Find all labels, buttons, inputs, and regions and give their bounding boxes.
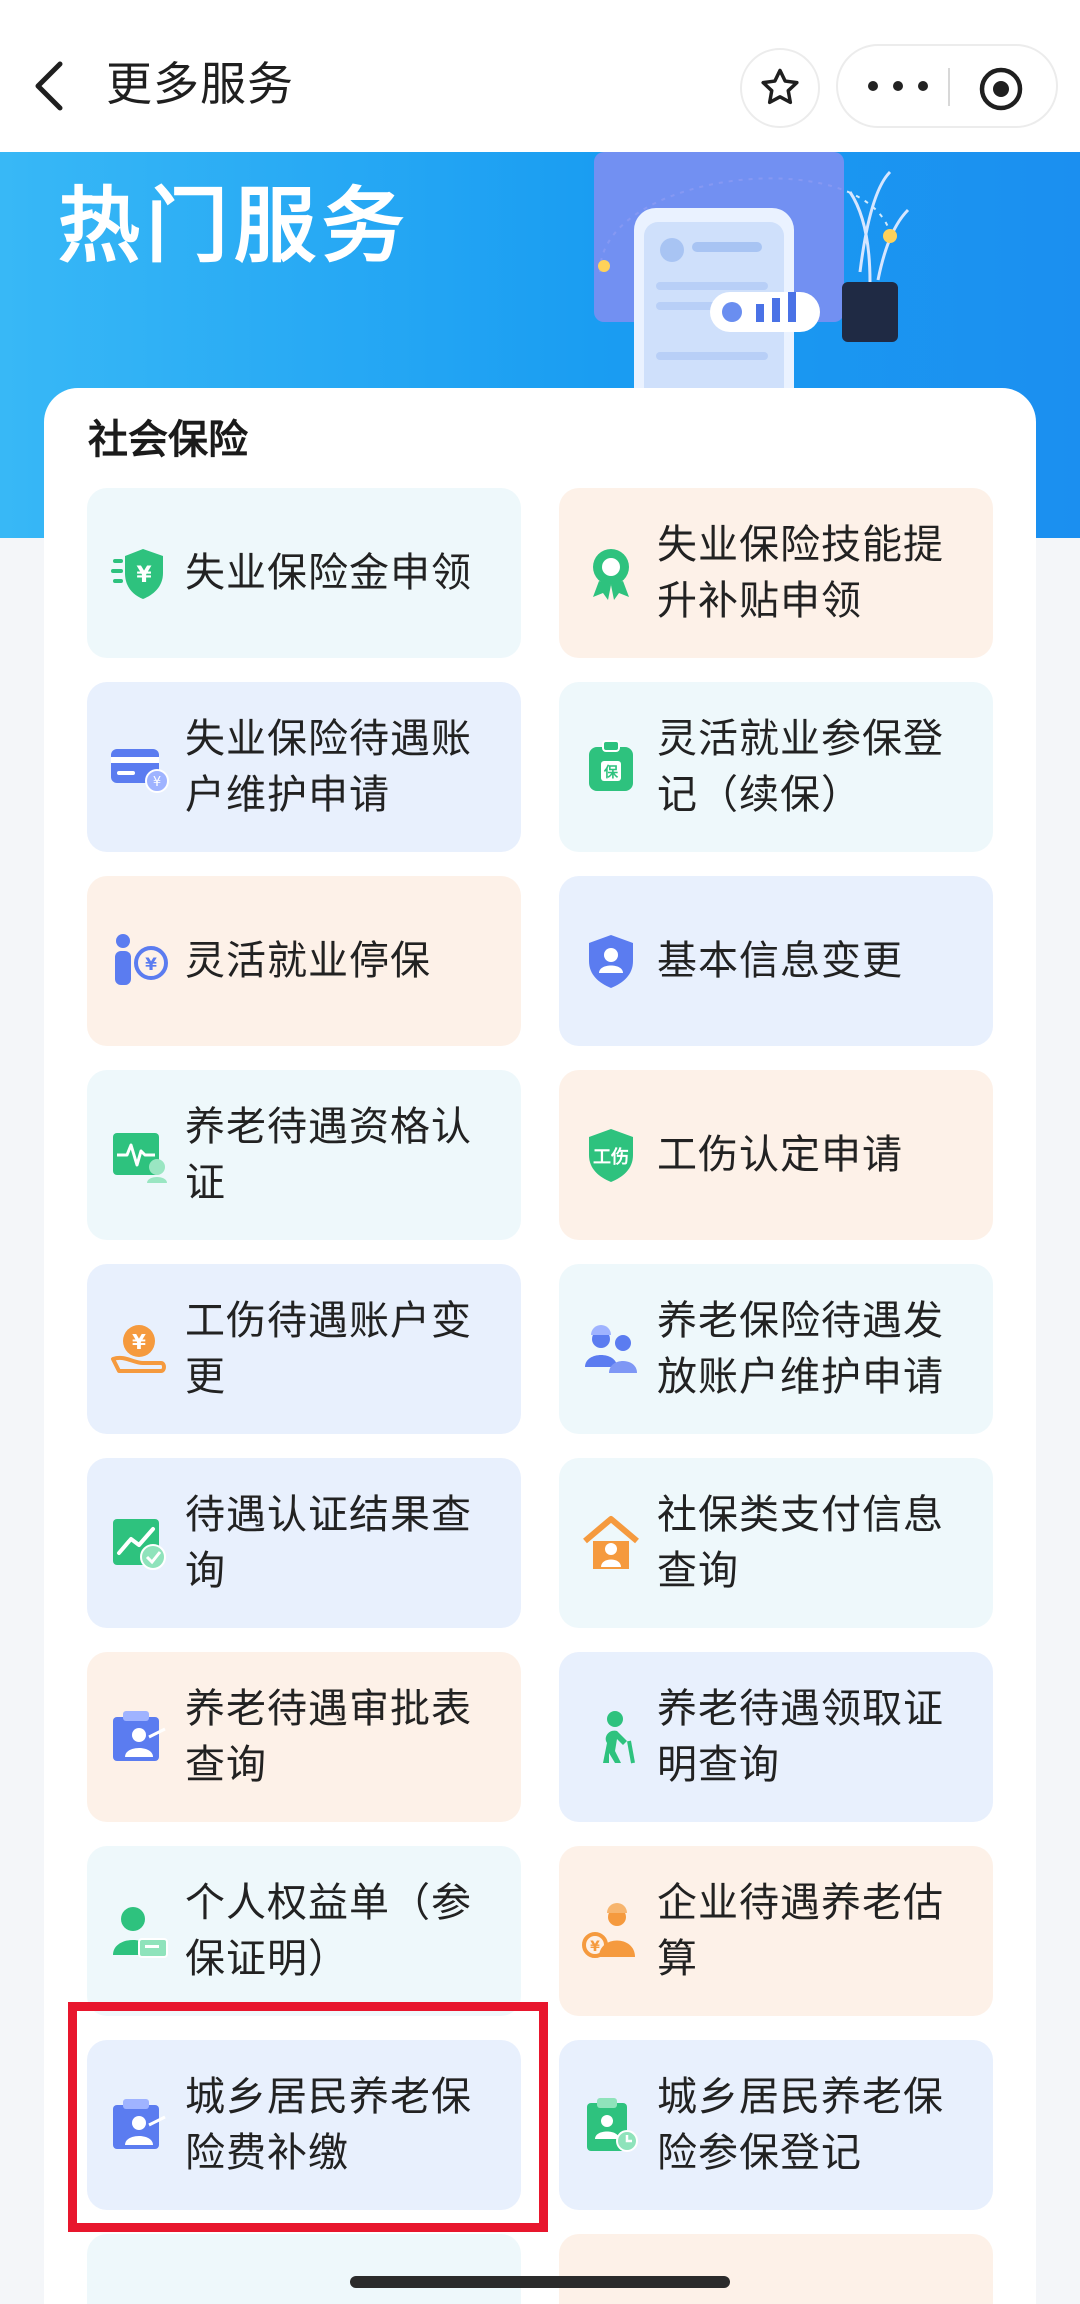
- worker-calc-icon: ¥: [582, 1903, 635, 1958]
- service-tile-pension-account-maintain[interactable]: 养老保险待遇发放账户维护申请: [559, 1264, 993, 1434]
- service-label: 基本信息变更: [657, 938, 903, 984]
- service-tile-skill-subsidy[interactable]: 失业保险技能提升补贴申领: [559, 488, 993, 658]
- service-label: 失业保险技能提升补贴申领: [657, 522, 944, 624]
- bag-document-icon: 保: [589, 740, 633, 791]
- elder-document-icon: [113, 1711, 166, 1761]
- svg-text:¥: ¥: [153, 775, 161, 790]
- highlight-box: [68, 2002, 548, 2232]
- phone-illustration-icon: [594, 152, 910, 412]
- svg-text:¥: ¥: [136, 563, 152, 588]
- miniprogram-capsule: [836, 44, 1058, 128]
- service-tile-pension-qualification[interactable]: 养老待遇资格认证: [87, 1070, 521, 1240]
- back-arrow-icon[interactable]: [26, 56, 82, 116]
- service-label: 养老保险待遇发放账户维护申请: [657, 1298, 944, 1400]
- person-coin-icon: ¥: [115, 934, 168, 985]
- service-tile-pension-estimate[interactable]: ¥ 企业待遇养老估算: [559, 1846, 993, 2016]
- workers-icon: [585, 1325, 637, 1373]
- service-label: 失业保险待遇账户维护申请: [185, 716, 472, 818]
- hand-coin-icon: ¥: [111, 1325, 166, 1373]
- service-tile-unemployment-benefit[interactable]: ¥ 失业保险金申领: [87, 488, 521, 658]
- chart-check-icon: [113, 1519, 166, 1570]
- service-tile-rural-pension-registration[interactable]: 城乡居民养老保险参保登记: [559, 2040, 993, 2210]
- home-indicator[interactable]: [350, 2276, 730, 2288]
- shield-yen-icon: ¥: [111, 549, 163, 599]
- clipboard-person-icon: [587, 2098, 638, 2152]
- capsule-divider: [948, 68, 950, 106]
- card-edit-icon: ¥: [111, 749, 169, 793]
- service-label: 个人权益单（参保证明）: [185, 1880, 472, 1982]
- service-label: 企业待遇养老估算: [657, 1880, 944, 1982]
- service-label: 养老待遇审批表查询: [185, 1686, 472, 1788]
- favorite-button[interactable]: [740, 48, 820, 128]
- service-label: 城乡居民养老保险参保登记: [657, 2074, 944, 2176]
- health-monitor-icon: [113, 1133, 167, 1183]
- person-shield-icon: [589, 935, 633, 988]
- service-label: 工伤认定申请: [657, 1132, 903, 1178]
- injury-shield-icon: 工伤: [589, 1129, 633, 1182]
- house-person-icon: [583, 1516, 639, 1569]
- service-label: 养老待遇资格认证: [185, 1104, 472, 1206]
- svg-text:¥: ¥: [590, 1939, 600, 1955]
- service-tile-payment-info[interactable]: 社保类支付信息查询: [559, 1458, 993, 1628]
- service-label: 失业保险金申领: [185, 550, 472, 596]
- service-tile-flexible-registration[interactable]: 保 灵活就业参保登记（续保）: [559, 682, 993, 852]
- service-tile-partial: [559, 2234, 993, 2304]
- service-tile-pension-approval[interactable]: 养老待遇审批表查询: [87, 1652, 521, 1822]
- elder-walking-icon: [603, 1711, 635, 1764]
- top-navigation-bar: 更多服务: [0, 0, 1080, 152]
- service-label: 灵活就业停保: [185, 938, 431, 984]
- service-label: 社保类支付信息查询: [657, 1492, 944, 1594]
- service-tile-unemployment-account[interactable]: ¥ 失业保险待遇账户维护申请: [87, 682, 521, 852]
- service-tile-pension-certificate[interactable]: 养老待遇领取证明查询: [559, 1652, 993, 1822]
- svg-text:¥: ¥: [132, 1330, 146, 1354]
- section-title: 社会保险: [88, 417, 248, 463]
- star-icon: [761, 68, 799, 105]
- service-tile-personal-rights[interactable]: 个人权益单（参保证明）: [87, 1846, 521, 2016]
- page-title: 更多服务: [106, 57, 294, 111]
- svg-text:工伤: 工伤: [593, 1146, 629, 1168]
- more-options-icon[interactable]: [868, 70, 928, 102]
- svg-text:¥: ¥: [145, 955, 157, 975]
- service-tile-certification-result[interactable]: 待遇认证结果查询: [87, 1458, 521, 1628]
- service-tile-flexible-stop[interactable]: ¥ 灵活就业停保: [87, 876, 521, 1046]
- close-miniprogram-icon[interactable]: [978, 66, 1024, 112]
- service-label: 待遇认证结果查询: [185, 1492, 472, 1594]
- service-label: 灵活就业参保登记（续保）: [657, 716, 944, 818]
- service-tile-work-injury-apply[interactable]: 工伤 工伤认定申请: [559, 1070, 993, 1240]
- service-label: 养老待遇领取证明查询: [657, 1686, 944, 1788]
- person-card-icon: [113, 1907, 168, 1958]
- svg-text:保: 保: [603, 764, 619, 781]
- service-label: 工伤待遇账户变更: [185, 1298, 472, 1400]
- service-tile-partial: [87, 2234, 521, 2304]
- service-tile-basic-info-change[interactable]: 基本信息变更: [559, 876, 993, 1046]
- award-badge-icon: [593, 549, 629, 600]
- banner-title: 热门服务: [58, 179, 411, 274]
- service-tile-injury-account-change[interactable]: ¥ 工伤待遇账户变更: [87, 1264, 521, 1434]
